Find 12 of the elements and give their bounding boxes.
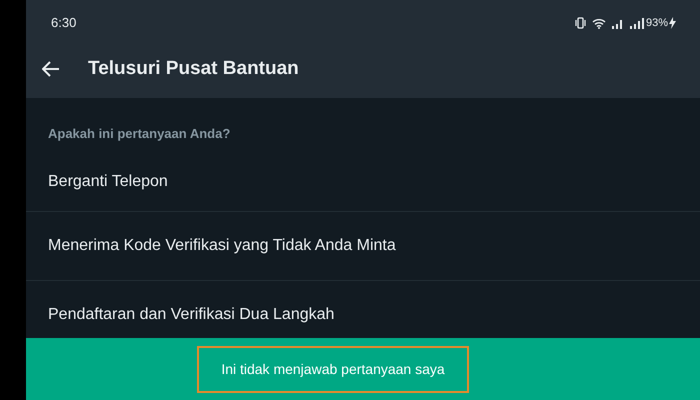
section-header: Apakah ini pertanyaan Anda? — [47, 125, 232, 143]
back-icon[interactable] — [42, 61, 60, 77]
question-item[interactable]: Berganti Telepon — [26, 160, 700, 212]
vibrate-icon — [574, 17, 586, 29]
battery-percent: 93% — [646, 16, 668, 31]
status-time: 6:30 — [51, 14, 76, 32]
charging-icon — [669, 17, 676, 29]
page-title: Telusuri Pusat Bantuan — [88, 56, 299, 81]
signal-icon — [612, 18, 624, 28]
wifi-icon — [592, 18, 606, 28]
question-item[interactable]: Menerima Kode Verifikasi yang Tidak Anda Minta — [26, 212, 700, 281]
signal-icon — [630, 18, 644, 28]
